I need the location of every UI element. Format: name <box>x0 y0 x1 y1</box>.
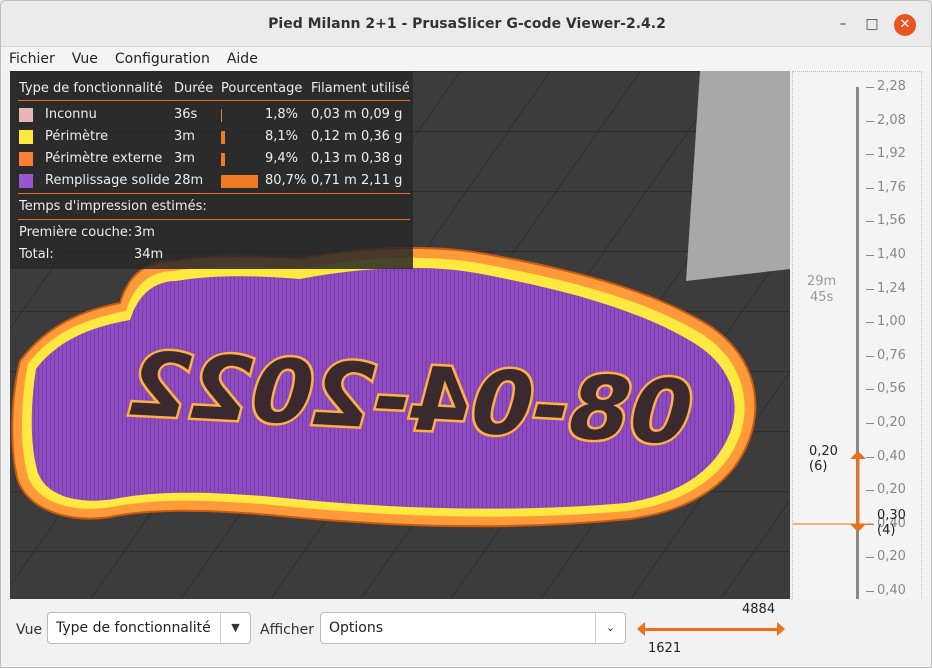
legend-percent-bar <box>221 153 225 166</box>
maximize-button[interactable]: □ <box>863 15 881 33</box>
first-layer-label: Première couche: <box>19 225 133 240</box>
upper-layer-number: (6) <box>809 459 828 474</box>
legend-header-divider <box>18 100 410 101</box>
app-window: Pied Milann 2+1 - PrusaSlicer G-code Vie… <box>0 0 932 668</box>
chevron-down-icon[interactable]: ▼ <box>220 613 250 643</box>
menu-fichier[interactable]: Fichier <box>9 51 55 67</box>
legend-estimate-divider <box>18 219 410 220</box>
bottom-toolbar: Vue Type de fonctionnalité ▼ Afficher Op… <box>1 599 931 667</box>
move-slider-thumbs <box>637 622 785 636</box>
upper-height-label: 0,20 (6) <box>809 444 838 474</box>
legend-weight: 0,38 g <box>361 151 403 166</box>
legend-length: 0,12 m <box>311 129 357 144</box>
legend-percent: 9,4% <box>265 151 299 166</box>
legend-percent: 8,1% <box>265 129 299 144</box>
legend-weight: 0,36 g <box>361 129 403 144</box>
legend-length: 0,71 m <box>311 173 357 188</box>
slider-thumbs <box>793 451 918 654</box>
menu-vue[interactable]: Vue <box>72 51 98 67</box>
legend-row: Remplissage solide 28m 80,7% 0,71 m 2,11 g <box>10 171 413 193</box>
legend-percent-bar <box>221 109 222 122</box>
legend-percent: 1,8% <box>265 107 299 122</box>
first-layer-value: 3m <box>134 225 155 240</box>
legend-feature-name: Inconnu <box>45 107 97 122</box>
legend-duration: 28m <box>174 173 204 188</box>
legend-feature-name: Périmètre <box>45 129 109 144</box>
lower-layer-number: (4) <box>877 523 896 538</box>
close-button[interactable]: ✕ <box>894 14 916 36</box>
move-slider-min: 1621 <box>648 641 682 656</box>
show-options-value: Options <box>329 620 384 636</box>
legend-percent-bar <box>221 175 258 188</box>
view-type-combo[interactable]: Type de fonctionnalité ▼ <box>47 612 251 644</box>
lower-thumb[interactable] <box>850 524 866 532</box>
legend-header-filament: Filament utilisé <box>311 81 410 96</box>
lower-height-value: 0,30 <box>877 508 906 523</box>
legend-row: Périmètre externe 3m 9,4% 0,13 m 0,38 g <box>10 149 413 171</box>
legend-duration: 3m <box>174 151 195 166</box>
upper-height-value: 0,20 <box>809 444 838 459</box>
move-left-thumb[interactable] <box>637 622 645 636</box>
move-slider-max: 4884 <box>742 602 776 617</box>
show-options-combo[interactable]: Options ⌄ <box>320 612 626 644</box>
estimate-title: Temps d'impression estimés: <box>19 199 207 214</box>
move-right-thumb[interactable] <box>777 622 785 636</box>
legend-row: Inconnu 36s 1,8% 0,03 m 0,09 g <box>10 105 413 127</box>
minimize-button[interactable]: – <box>834 15 852 33</box>
legend-header-type: Type de fonctionnalité <box>19 81 163 96</box>
title-bar: Pied Milann 2+1 - PrusaSlicer G-code Vie… <box>1 1 931 47</box>
show-label: Afficher <box>260 622 315 638</box>
chevron-down-icon[interactable]: ⌄ <box>595 613 625 643</box>
legend-panel: Type de fonctionnalité Durée Pourcentage… <box>10 71 413 269</box>
wipe-tower-shape <box>686 71 790 281</box>
view-label: Vue <box>16 622 43 638</box>
total-label: Total: <box>19 247 54 262</box>
menu-bar: Fichier Vue Configuration Aide <box>1 47 931 71</box>
legend-duration: 3m <box>174 129 195 144</box>
menu-configuration[interactable]: Configuration <box>115 51 210 67</box>
layer-slider-panel: 2,28 2,08 1,92 1,76 1,56 1,40 1,24 1,00 0,76 0,56… <box>792 71 922 659</box>
legend-weight: 2,11 g <box>361 173 403 188</box>
legend-duration: 36s <box>174 107 198 122</box>
legend-color-swatch[interactable] <box>19 174 33 188</box>
legend-feature-name: Remplissage solide <box>45 173 170 188</box>
view-type-value: Type de fonctionnalité <box>56 620 211 636</box>
legend-header-duration: Durée <box>174 81 214 96</box>
legend-feature-name: Périmètre externe <box>45 151 163 166</box>
window-title: Pied Milann 2+1 - PrusaSlicer G-code Vie… <box>268 16 666 32</box>
legend-length: 0,13 m <box>311 151 357 166</box>
upper-thumb[interactable] <box>850 451 866 459</box>
total-value: 34m <box>134 247 164 262</box>
lower-height-label: 0,30 (4) <box>877 508 906 538</box>
legend-rows-divider <box>18 193 410 194</box>
legend-percent: 80,7% <box>265 173 307 188</box>
legend-length: 0,03 m <box>311 107 357 122</box>
legend-color-swatch[interactable] <box>19 152 33 166</box>
legend-color-swatch[interactable] <box>19 108 33 122</box>
legend-row: Périmètre 3m 8,1% 0,12 m 0,36 g <box>10 127 413 149</box>
menu-aide[interactable]: Aide <box>227 51 258 67</box>
legend-weight: 0,09 g <box>361 107 403 122</box>
legend-percent-bar <box>221 131 225 144</box>
legend-color-swatch[interactable] <box>19 130 33 144</box>
legend-header-percent: Pourcentage <box>221 81 303 96</box>
